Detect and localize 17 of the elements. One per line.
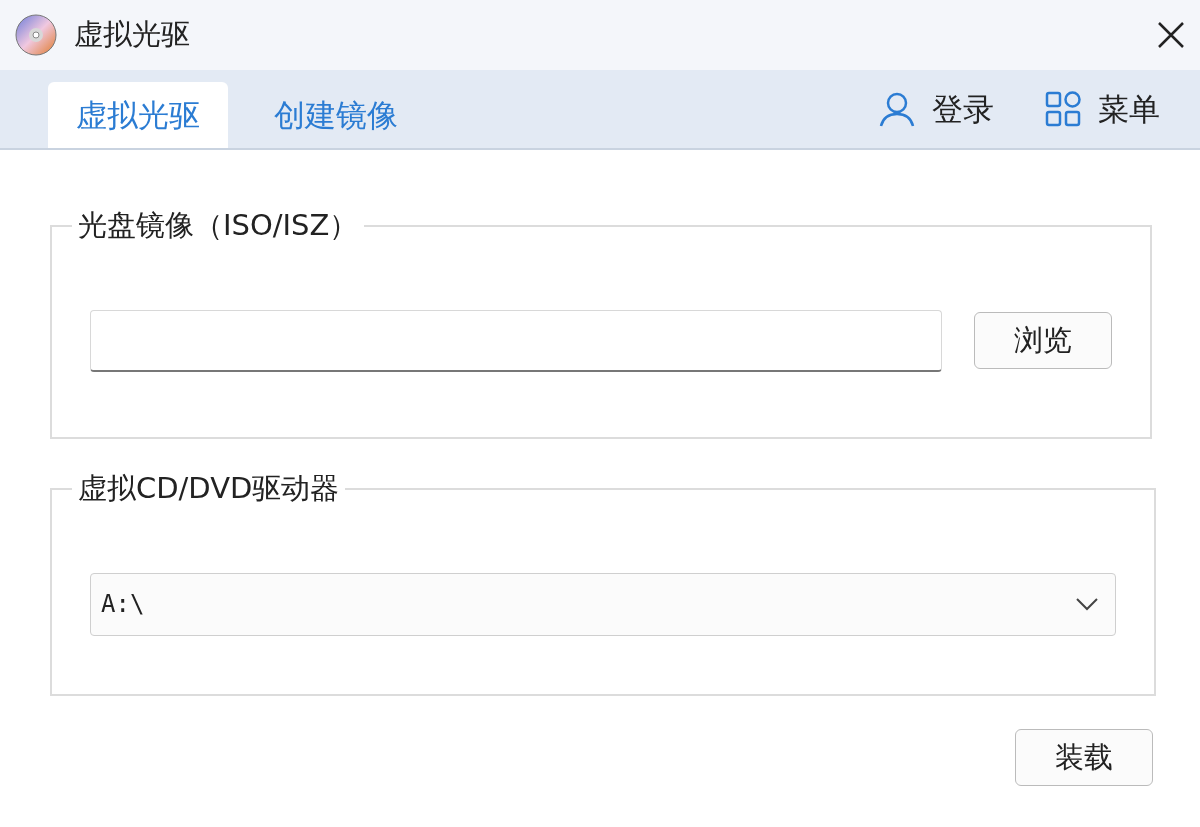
header-action[interactable]: 登录 [932, 85, 994, 133]
group-title: 光盘镜像（ISO/ISZ） [77, 207, 360, 244]
browse-button[interactable]: 浏览 [974, 312, 1112, 369]
mount-button[interactable]: 装载 [1015, 729, 1153, 786]
path-input-field[interactable] [90, 309, 942, 372]
grid-icon [1044, 90, 1082, 128]
header-action[interactable]: 菜单 [1098, 85, 1160, 133]
drive-dropdown[interactable]: A:\ [90, 572, 1116, 636]
group-title: 虚拟CD/DVD驱动器 [77, 470, 341, 507]
user-icon [878, 90, 916, 128]
dropdown-value: A:\ [101, 589, 145, 620]
tab[interactable]: 虚拟光驱 [48, 82, 228, 148]
close-icon[interactable] [1156, 20, 1186, 50]
tab[interactable]: 创建镜像 [228, 82, 444, 148]
window-title: 虚拟光驱 [74, 16, 190, 54]
chevron-down-icon [1075, 597, 1099, 611]
disc-icon [14, 13, 58, 57]
